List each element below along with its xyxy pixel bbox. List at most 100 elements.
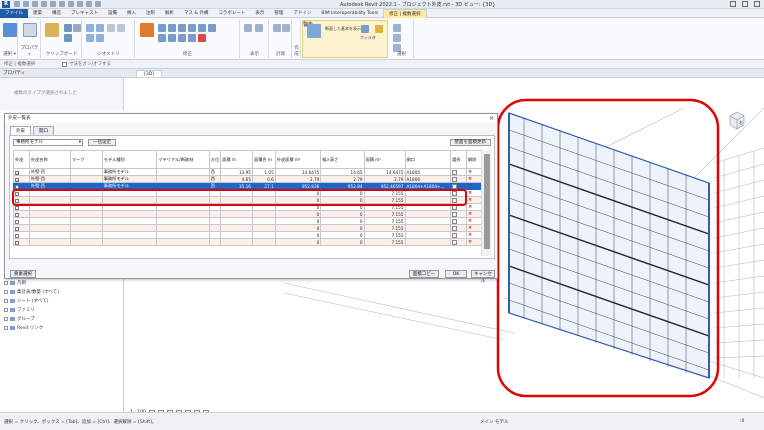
cell-b[interactable] [251, 217, 276, 225]
paint-icon[interactable] [107, 24, 115, 32]
remove-x-icon[interactable]: × [468, 212, 472, 217]
cell-a[interactable]: 13.95 [220, 168, 253, 176]
column-header[interactable]: 外皮名称 [28, 150, 71, 169]
cell-name[interactable]: 外壁-西 [28, 175, 71, 183]
modify-arrow-icon[interactable] [3, 23, 17, 37]
column-header[interactable]: 面積 m [220, 150, 253, 169]
row-checkbox-cell[interactable] [13, 231, 30, 239]
print-icon[interactable] [59, 1, 65, 7]
pick-button[interactable] [452, 239, 458, 245]
cell-mark[interactable] [69, 217, 103, 225]
cell-dir[interactable] [208, 217, 222, 225]
match-type-icon[interactable] [73, 24, 81, 32]
scale-icon[interactable] [178, 34, 186, 42]
status-model[interactable]: メイン モデル [480, 419, 508, 425]
select-cell[interactable] [450, 224, 467, 232]
cell-b[interactable]: 0.6 [251, 175, 276, 183]
remove-x-icon[interactable]: × [468, 191, 472, 196]
copy-element-icon[interactable] [158, 34, 166, 42]
row-checkbox-cell[interactable] [13, 210, 30, 218]
measure-tool-icon[interactable] [273, 24, 281, 32]
ribbon-tab[interactable]: アドイン [288, 9, 316, 18]
redo-icon[interactable] [50, 1, 56, 7]
cell-mat[interactable] [156, 217, 210, 225]
cell-name[interactable] [28, 210, 71, 218]
cell-e[interactable]: 7.155 [363, 238, 406, 246]
cell-d[interactable]: 0 [320, 210, 365, 218]
column-header[interactable]: 幅×高さ [320, 150, 365, 169]
ribbon-tab[interactable]: ファイル [0, 8, 28, 18]
split-icon[interactable] [208, 24, 216, 32]
cell-open[interactable] [404, 210, 452, 218]
column-header[interactable]: 外皮面積 m² [274, 150, 322, 169]
cell-a[interactable] [220, 224, 253, 232]
browser-node[interactable]: 集計表/数量 (すべて) [4, 289, 59, 295]
cell-model[interactable]: 事務所モデル [101, 168, 158, 176]
filter-icon[interactable] [361, 25, 369, 33]
pick-button[interactable] [452, 218, 458, 224]
cell-mat[interactable] [156, 168, 210, 176]
delete-icon[interactable] [198, 34, 206, 42]
view-cube[interactable]: 右 [726, 110, 748, 132]
cell-open[interactable] [404, 224, 452, 232]
cell-name[interactable] [28, 224, 71, 232]
row-checkbox[interactable] [15, 184, 19, 189]
table-row[interactable]: 外壁-西事務所モデル西4.650.62.792.792.79A1806× [13, 175, 484, 183]
cell-mark[interactable] [69, 238, 103, 246]
copy-area-button[interactable]: 面積コピー [409, 270, 439, 278]
show-basic-icon[interactable] [307, 24, 321, 38]
maximize-button[interactable] [742, 1, 748, 7]
cell-c[interactable]: 0 [274, 231, 322, 239]
cell-mark[interactable] [69, 210, 103, 218]
section-icon[interactable] [95, 1, 101, 7]
row-checkbox[interactable] [15, 177, 19, 182]
cut-icon[interactable] [64, 24, 72, 32]
dimension-toggle-checkbox[interactable] [62, 62, 67, 67]
cell-b[interactable] [251, 238, 276, 246]
expand-icon[interactable] [4, 325, 8, 330]
align-icon[interactable] [140, 23, 154, 37]
cell-b[interactable] [251, 231, 276, 239]
3d-view-icon[interactable] [86, 1, 92, 7]
cell-c[interactable]: 2.79 [274, 175, 322, 183]
cell-dir[interactable]: 西 [208, 175, 222, 183]
model-filter-select[interactable]: 事務所モデル [13, 139, 83, 146]
remove-x-icon[interactable]: × [468, 233, 472, 238]
column-header[interactable]: 面積合 m [251, 150, 276, 169]
move-icon[interactable] [178, 24, 186, 32]
cell-model[interactable] [101, 224, 158, 232]
row-checkbox[interactable] [15, 205, 19, 210]
column-header[interactable]: マーク [69, 150, 103, 169]
expand-icon[interactable] [4, 298, 8, 303]
ribbon-tab[interactable]: 表示 [250, 9, 269, 18]
row-checkbox[interactable] [15, 212, 19, 217]
cell-name[interactable] [28, 217, 71, 225]
cell-model[interactable] [101, 217, 158, 225]
ribbon-tab[interactable]: 解析 [160, 9, 179, 18]
sync-icon[interactable] [32, 1, 38, 7]
filter-count[interactable]: :0 [740, 419, 744, 424]
column-header[interactable]: モデル種別 [101, 150, 158, 169]
pick-button[interactable] [452, 225, 458, 231]
row-checkbox-cell[interactable] [13, 168, 30, 176]
cell-model[interactable] [101, 238, 158, 246]
column-header[interactable]: 面積 m² [363, 150, 406, 169]
cell-a[interactable] [220, 231, 253, 239]
ribbon-tab[interactable]: コラボレート [213, 9, 250, 18]
open-icon[interactable] [14, 1, 20, 7]
row-checkbox[interactable] [15, 170, 19, 175]
save-icon[interactable] [23, 1, 29, 7]
cell-open[interactable]: A1805 [404, 168, 452, 176]
row-checkbox-cell[interactable] [13, 175, 30, 183]
ribbon-tab[interactable]: 建築 [28, 9, 47, 18]
pick-button[interactable] [452, 211, 458, 217]
copy-icon[interactable] [64, 34, 72, 42]
ribbon-tab[interactable]: BIM Interoperability Tools [316, 9, 383, 18]
remove-x-icon[interactable]: × [468, 198, 472, 203]
cell-mat[interactable] [156, 231, 210, 239]
cell-b[interactable]: 1.05 [251, 168, 276, 176]
cell-d[interactable]: 0 [320, 231, 365, 239]
expand-icon[interactable] [4, 316, 8, 321]
dimension-icon[interactable] [282, 24, 290, 32]
remove-x-icon[interactable]: × [468, 205, 472, 210]
